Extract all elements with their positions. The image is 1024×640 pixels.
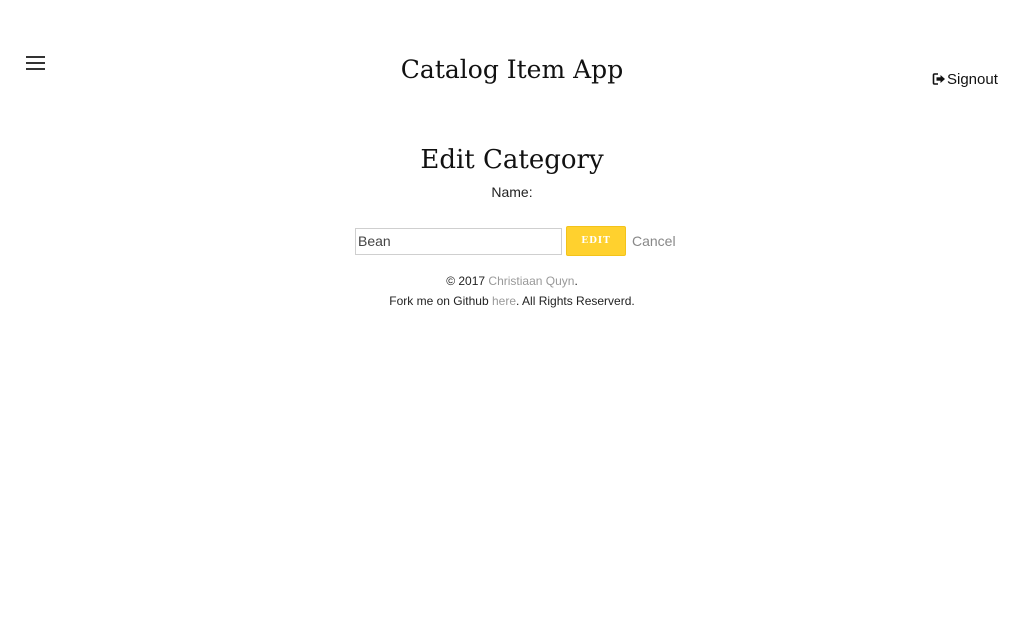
category-name-input[interactable]: [355, 227, 562, 255]
copyright-suffix: .: [574, 274, 578, 288]
copyright-prefix: © 2017: [446, 274, 489, 288]
fork-prefix: Fork me on Github: [389, 294, 492, 308]
footer-fork: Fork me on Github here. All Rights Reser…: [0, 293, 1024, 309]
app-title: Catalog Item App: [400, 55, 624, 84]
author-link[interactable]: Christiaan Quyn: [488, 274, 574, 288]
edit-category-form: EDIT Cancel: [355, 226, 676, 256]
github-link[interactable]: here: [492, 294, 516, 308]
name-label: Name:: [491, 184, 533, 200]
cancel-link[interactable]: Cancel: [632, 233, 676, 249]
footer-copyright: © 2017 Christiaan Quyn.: [0, 273, 1024, 289]
signout-label: Signout: [947, 70, 998, 88]
edit-button[interactable]: EDIT: [566, 226, 626, 256]
page-title: Edit Category: [420, 145, 604, 175]
sign-out-icon: [932, 72, 946, 86]
fork-suffix: . All Rights Reserverd.: [516, 294, 635, 308]
signout-link[interactable]: Signout: [932, 69, 998, 89]
